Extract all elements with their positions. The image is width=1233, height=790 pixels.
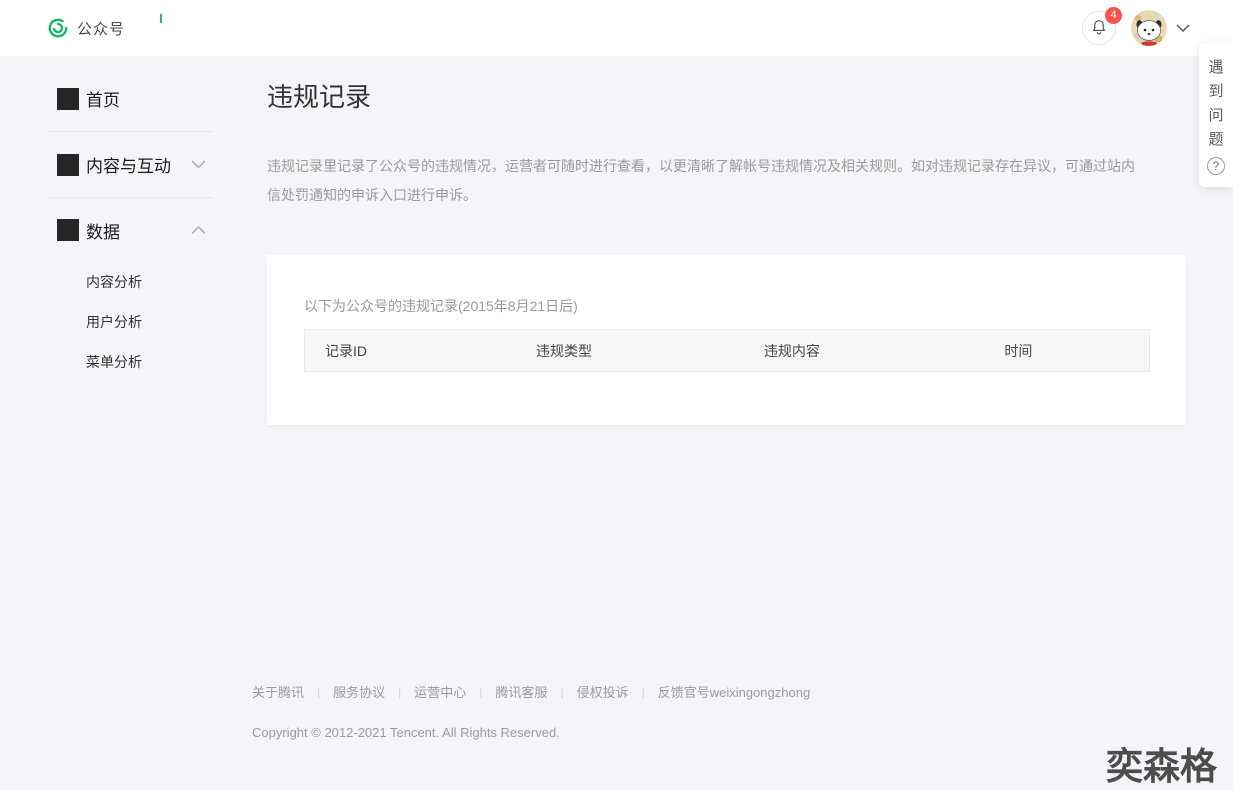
sidebar-item-label: 首页 — [86, 86, 120, 111]
text-cursor — [160, 14, 162, 23]
account-menu-chevron[interactable] — [1176, 24, 1190, 32]
copyright-text: Copyright © 2012-2021 Tencent. All Right… — [252, 725, 810, 740]
chevron-up-icon — [191, 226, 206, 235]
page-title: 违规记录 — [267, 82, 1186, 112]
sidebar-item-label: 数据 — [86, 218, 120, 243]
footer-link-tencent-service[interactable]: 腾讯客服 — [495, 682, 547, 701]
table-header-record-id: 记录ID — [305, 341, 516, 361]
content-icon — [57, 154, 79, 176]
logo-text: 公众号 — [77, 18, 125, 39]
sidebar-section-data: 数据 内容分析 用户分析 菜单分析 — [47, 198, 213, 394]
help-side-tab[interactable]: 遇 到 问 题 ? — [1199, 43, 1233, 187]
table-header-violation-type: 违规类型 — [516, 341, 744, 361]
bell-icon — [1090, 18, 1108, 38]
help-tab-text: 到 — [1208, 80, 1223, 104]
avatar[interactable] — [1131, 10, 1167, 46]
main-content: 违规记录 违规记录里记录了公众号的违规情况，运营者可随时进行查看，以更清晰了解帐… — [267, 56, 1186, 425]
sidebar: 首页 内容与互动 数据 内容分析 用户分析 菜单分析 — [47, 56, 213, 394]
chevron-down-icon — [1176, 24, 1190, 32]
footer-separator: | — [642, 685, 645, 699]
sidebar-section-home: 首页 — [47, 56, 213, 132]
help-tab-text: 题 — [1208, 128, 1223, 152]
watermark: 奕森格 — [1106, 736, 1217, 790]
help-tab-text: 遇 — [1208, 56, 1223, 80]
logo[interactable]: 公众号 — [47, 0, 125, 56]
header-actions: 4 — [1082, 0, 1190, 56]
notification-bell-button[interactable]: 4 — [1082, 11, 1116, 45]
footer-separator: | — [560, 685, 563, 699]
sidebar-subitem-content-analysis[interactable]: 内容分析 — [86, 262, 213, 302]
sidebar-item-label: 内容与互动 — [86, 152, 171, 177]
violation-records-table: 记录ID 违规类型 违规内容 时间 — [304, 329, 1150, 372]
records-note: 以下为公众号的违规记录(2015年8月21日后) — [304, 296, 1150, 316]
home-icon — [57, 88, 79, 110]
footer-link-operation-center[interactable]: 运营中心 — [414, 682, 466, 701]
sidebar-section-content: 内容与互动 — [47, 132, 213, 198]
footer-link-infringement-complaint[interactable]: 侵权投诉 — [577, 682, 629, 701]
footer: 关于腾讯 | 服务协议 | 运营中心 | 腾讯客服 | 侵权投诉 | 反馈官号w… — [252, 682, 810, 740]
violation-records-card: 以下为公众号的违规记录(2015年8月21日后) 记录ID 违规类型 违规内容 … — [267, 255, 1186, 425]
help-tab-text: 问 — [1208, 104, 1223, 128]
footer-link-service-agreement[interactable]: 服务协议 — [333, 682, 385, 701]
table-header-violation-content: 违规内容 — [744, 341, 985, 361]
notification-badge: 4 — [1105, 7, 1122, 24]
top-header: 公众号 4 — [0, 0, 1233, 56]
page-description: 违规记录里记录了公众号的违规情况，运营者可随时进行查看，以更清晰了解帐号违规情况… — [267, 152, 1148, 210]
sidebar-item-data[interactable]: 数据 — [47, 198, 213, 262]
footer-separator: | — [398, 685, 401, 699]
footer-separator: | — [317, 685, 320, 699]
table-header-time: 时间 — [984, 341, 1149, 361]
avatar-image — [1131, 10, 1167, 46]
sidebar-subitem-user-analysis[interactable]: 用户分析 — [86, 302, 213, 342]
official-account-logo-icon — [47, 17, 69, 39]
footer-links: 关于腾讯 | 服务协议 | 运营中心 | 腾讯客服 | 侵权投诉 | 反馈官号w… — [252, 682, 810, 701]
footer-separator: | — [479, 685, 482, 699]
sidebar-subitem-menu-analysis[interactable]: 菜单分析 — [86, 342, 213, 382]
table-header-row: 记录ID 违规类型 违规内容 时间 — [304, 329, 1150, 372]
sidebar-item-content-interaction[interactable]: 内容与互动 — [47, 132, 213, 197]
question-mark-icon: ? — [1207, 157, 1225, 175]
chevron-down-icon — [191, 160, 206, 169]
footer-link-about-tencent[interactable]: 关于腾讯 — [252, 682, 304, 701]
sidebar-data-submenu: 内容分析 用户分析 菜单分析 — [47, 262, 213, 394]
footer-link-feedback-account[interactable]: 反馈官号weixingongzhong — [658, 682, 810, 701]
data-icon — [57, 219, 79, 241]
sidebar-item-home[interactable]: 首页 — [47, 66, 213, 131]
